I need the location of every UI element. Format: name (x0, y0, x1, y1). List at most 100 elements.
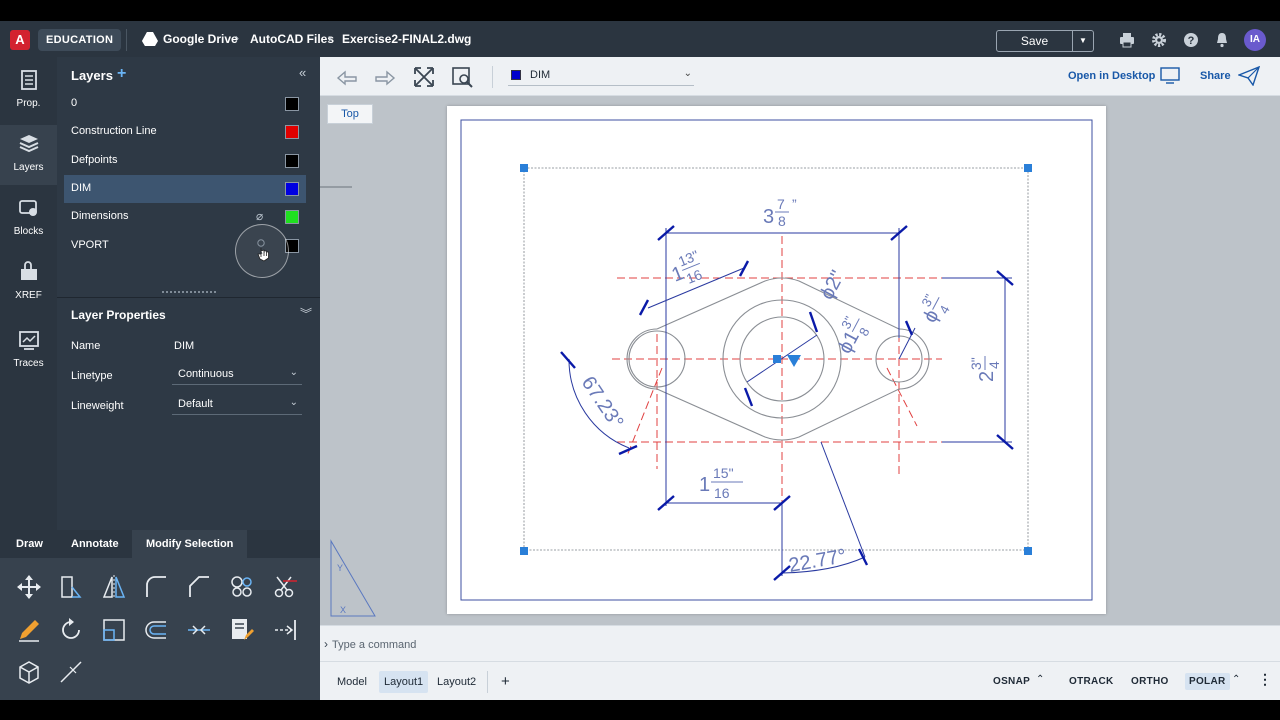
share-link[interactable]: Share (1200, 70, 1231, 82)
layer-color-swatch[interactable] (285, 210, 299, 224)
tab-draw[interactable]: Draw (2, 530, 57, 558)
move-icon[interactable] (15, 573, 43, 601)
divider (487, 671, 488, 693)
properties-edit-icon[interactable] (228, 616, 256, 644)
layers-panel-title: Layers (71, 68, 113, 83)
technical-drawing[interactable]: 3 7 8 ” 1 13" 16 ϕ2" ϕ1 3" 8 ϕ 3" 4 2 3"… (447, 106, 1106, 614)
tab-modify-selection[interactable]: Modify Selection (132, 530, 248, 558)
current-layer-dropdown[interactable]: DIM ⌄ (508, 66, 694, 86)
collapse-properties-icon[interactable]: ︾ (300, 305, 312, 322)
svg-text:?: ? (1188, 35, 1195, 47)
dim-diag-den: 16 (684, 266, 705, 287)
trim-scissors-icon[interactable] (271, 573, 299, 601)
rail-item-xref[interactable]: XREF (0, 253, 57, 313)
stretch-icon[interactable] (57, 573, 85, 601)
save-button[interactable]: Save (996, 30, 1073, 52)
view-top-label[interactable]: Top (327, 104, 373, 124)
chevron-down-icon: ⌄ (683, 68, 692, 79)
tab-layout2[interactable]: Layout2 (432, 671, 481, 693)
layer-name: VPORT (71, 239, 109, 251)
offset-icon[interactable] (142, 616, 170, 644)
layer-row-0[interactable]: 0 (64, 90, 306, 118)
rail-item-layers[interactable]: Layers (0, 125, 57, 185)
extend-icon[interactable] (271, 616, 299, 644)
otrack-toggle[interactable]: OTRACK (1069, 676, 1114, 687)
layer-row-construction-line[interactable]: Construction Line (64, 118, 306, 146)
scale-icon[interactable] (100, 616, 128, 644)
top-bar: A EDUCATION Google Drive › AutoCAD Files… (0, 21, 1280, 57)
hand-cursor-icon (257, 239, 269, 262)
rail-label: XREF (15, 290, 42, 301)
fillet-icon[interactable] (142, 573, 170, 601)
hidden-layer-icon[interactable]: ⌀ (256, 209, 263, 223)
layer-row-dim[interactable]: DIM (64, 175, 306, 203)
dim-bottom-num: 15" (713, 465, 734, 481)
rail-item-traces[interactable]: Traces (0, 321, 57, 381)
chevron-up-icon[interactable]: ⌃ (1036, 674, 1044, 685)
layer-color-swatch[interactable] (285, 182, 299, 196)
chevron-up-icon[interactable]: ⌃ (1232, 674, 1240, 685)
properties-icon (20, 70, 37, 90)
layer-color-swatch[interactable] (285, 97, 299, 111)
edit-pencil-icon[interactable] (15, 616, 43, 644)
lineweight-select[interactable]: Default ⌄ (172, 395, 302, 415)
user-avatar[interactable]: IA (1244, 29, 1266, 51)
rotate-icon[interactable] (57, 616, 85, 644)
layers-panel: Layers + « 0 Construction Line Defpoints… (57, 57, 320, 530)
layout-sheet[interactable]: 3 7 8 ” 1 13" 16 ϕ2" ϕ1 3" 8 ϕ 3" 4 2 3"… (447, 106, 1106, 614)
gear-icon[interactable] (1151, 32, 1167, 48)
google-drive-icon (142, 32, 158, 46)
array-icon[interactable] (228, 573, 256, 601)
send-paper-plane-icon[interactable] (1238, 66, 1260, 86)
join-icon[interactable] (185, 616, 213, 644)
zoom-window-icon[interactable] (451, 66, 473, 88)
tab-annotate[interactable]: Annotate (57, 530, 133, 558)
osnap-toggle[interactable]: OSNAP (993, 676, 1030, 687)
layer-color-swatch[interactable] (285, 154, 299, 168)
tool-tabs: Draw Annotate Modify Selection (0, 530, 320, 558)
dim-bottom-whole: 1 (699, 474, 710, 496)
layer-color-swatch[interactable] (285, 125, 299, 139)
collapse-panel-icon[interactable]: « (299, 65, 306, 80)
ortho-toggle[interactable]: ORTHO (1131, 676, 1169, 687)
panel-resize-handle[interactable] (162, 291, 216, 295)
add-layer-button[interactable]: + (117, 65, 126, 83)
layer-name: Defpoints (71, 154, 118, 166)
chamfer-icon[interactable] (185, 573, 213, 601)
redo-icon[interactable] (374, 66, 396, 88)
rail-item-properties[interactable]: Prop. (0, 61, 57, 121)
dim-width-num: 7 (777, 196, 785, 212)
3d-box-icon[interactable] (15, 658, 43, 686)
rail-label: Prop. (16, 98, 41, 109)
monitor-icon[interactable] (1160, 67, 1180, 85)
linetype-select[interactable]: Continuous ⌄ (172, 365, 302, 385)
layer-row-defpoints[interactable]: Defpoints (64, 147, 306, 175)
print-icon[interactable] (1119, 32, 1135, 48)
drawing-canvas[interactable]: Top 3 7 8 ” 1 13" 16 ϕ2" ϕ1 3" 8 ϕ 3" 4 … (320, 96, 1280, 625)
polar-toggle[interactable]: POLAR (1185, 673, 1230, 690)
tab-layout1[interactable]: Layout1 (379, 671, 429, 693)
explode-icon[interactable] (57, 658, 85, 686)
tab-model[interactable]: Model (332, 671, 372, 693)
breadcrumb-file-name[interactable]: Exercise2-FINAL2.dwg (342, 32, 471, 46)
help-icon[interactable]: ? (1183, 32, 1199, 48)
open-in-desktop-link[interactable]: Open in Desktop (1068, 70, 1155, 82)
breadcrumb-autocad-files[interactable]: AutoCAD Files (250, 32, 334, 46)
add-layout-button[interactable]: + (501, 673, 510, 690)
command-input[interactable]: Type a command (332, 639, 416, 651)
more-options-icon[interactable]: ⋮ (1258, 671, 1272, 688)
breadcrumb-google-drive[interactable]: Google Drive (163, 32, 238, 46)
prop-name-value[interactable]: DIM (174, 340, 194, 352)
rail-item-blocks[interactable]: Blocks (0, 189, 57, 249)
mirror-icon[interactable] (100, 573, 128, 601)
ucs-icon: Y X (330, 539, 376, 617)
notification-bell-icon[interactable] (1214, 32, 1230, 48)
save-options-dropdown[interactable]: ▼ (1073, 30, 1094, 52)
prop-linetype-label: Linetype (71, 370, 113, 382)
command-line[interactable]: › Type a command (320, 625, 1280, 661)
undo-icon[interactable] (336, 66, 358, 88)
zoom-extents-icon[interactable] (413, 66, 435, 88)
center-grip-handle (773, 355, 781, 363)
autocad-logo[interactable]: A (10, 30, 30, 50)
prop-lineweight-label: Lineweight (71, 400, 124, 412)
